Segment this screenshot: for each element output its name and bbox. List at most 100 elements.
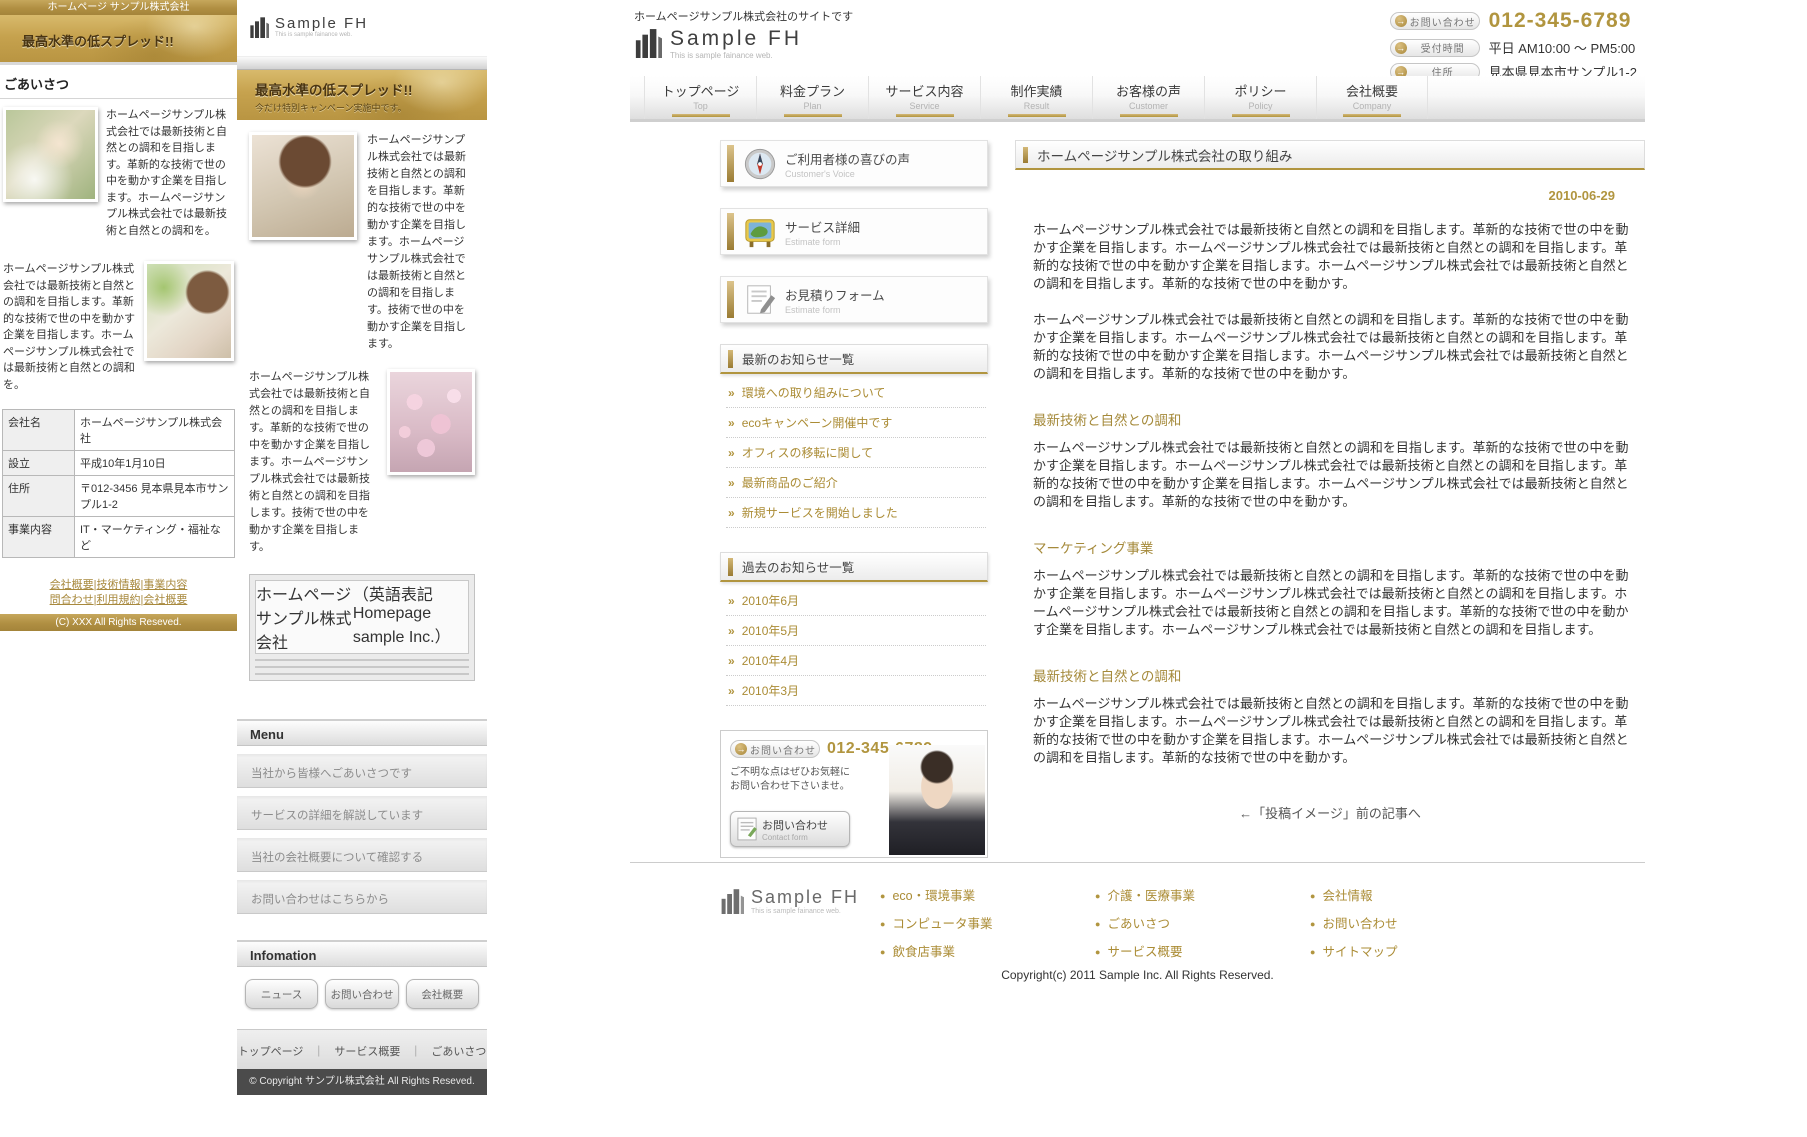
footer-link-item: ●飲食店事業	[880, 941, 1095, 960]
previous-article-link[interactable]: ←「投稿イメージ」前の記事へ	[1239, 806, 1421, 821]
footnav-top[interactable]: トップページ	[238, 1046, 304, 1058]
menu-item-greeting[interactable]: 当社から皆様へごあいさつです	[237, 753, 487, 788]
news-link[interactable]: オフィスの移転に関して	[742, 446, 873, 460]
contact-button[interactable]: お問い合わせ	[325, 979, 398, 1009]
tab-policy[interactable]: ポリシー Policy	[1204, 76, 1316, 119]
tab-sublabel: Company	[1317, 101, 1427, 111]
chevron-icon: »	[728, 506, 735, 520]
mobile-hero-headline: 最高水準の低スプレッド!!	[22, 34, 174, 49]
footer-link-item: ●会社情報	[1310, 885, 1525, 904]
link-contact[interactable]: 問合わせ	[50, 594, 94, 606]
tab-top[interactable]: トップページ Top	[644, 76, 756, 119]
pill-label: 受付時間	[1407, 40, 1479, 55]
receptionist-photo	[889, 745, 985, 855]
desktop-logo[interactable]: Sample FH This is sample fainance web.	[634, 27, 802, 61]
banner-customers-voice[interactable]: ご利用者様の喜びの声 Customer's Voice	[720, 140, 988, 187]
tablet-button-row: ニュース お問い合わせ 会社概要	[237, 967, 487, 1019]
banner-estimate-form[interactable]: お見積りフォーム Estimate form	[720, 276, 988, 323]
article-title: ホームページサンプル株式会社の取り組み	[1037, 145, 1292, 165]
tab-label: 制作実績	[981, 81, 1092, 100]
footnav-greeting[interactable]: ごあいさつ	[431, 1046, 486, 1058]
mobile-intro-paragraph-2: ホームページサンプル株式会社では最新技術と自然との調和を目指します。革新的な技術…	[3, 261, 136, 393]
link-terms[interactable]: 利用規約	[97, 594, 141, 606]
menu-item-service[interactable]: サービスの詳細を解説しています	[237, 795, 487, 830]
news-link[interactable]: 最新商品のご紹介	[742, 476, 838, 490]
main-content: ホームページサンプル株式会社の取り組み 2010-06-29 ホームページサンプ…	[1015, 140, 1645, 822]
footer-link[interactable]: eco・環境事業	[892, 889, 975, 903]
footer-link[interactable]: お問い合わせ	[1322, 917, 1397, 931]
footnav-separator: ｜	[410, 1046, 421, 1058]
company-button[interactable]: 会社概要	[406, 979, 479, 1009]
contact-form-button[interactable]: お問い合わせ Contact form	[730, 811, 850, 847]
footer-link[interactable]: 飲食店事業	[892, 945, 955, 959]
archive-link[interactable]: 2010年4月	[742, 654, 799, 668]
article-title-box: ホームページサンプル株式会社の取り組み	[1015, 140, 1645, 170]
news-link[interactable]: 環境への取り組みについて	[742, 386, 886, 400]
desktop-copyright: Copyright(c) 2011 Sample Inc. All Rights…	[630, 968, 1645, 982]
arrow-circle-icon: →	[1395, 15, 1407, 27]
footer-link[interactable]: 介護・医療事業	[1107, 889, 1195, 903]
tab-customer[interactable]: お客様の声 Customer	[1092, 76, 1204, 119]
tablet-logo[interactable]: Sample FH This is sample fainance web.	[249, 15, 487, 41]
banner-service-detail[interactable]: サービス詳細 Estimate form	[720, 208, 988, 255]
tablet-intro-paragraph-2: ホームページサンプル株式会社では最新技術と自然との調和を目指します。革新的な技術…	[249, 369, 377, 556]
woman-outdoors-photo	[3, 107, 98, 202]
menu-item-company[interactable]: 当社の会社概要について確認する	[237, 837, 487, 872]
banner-text: ご利用者様の喜びの声 Customer's Voice	[785, 149, 910, 179]
news-link[interactable]: 新規サービスを開始しました	[742, 506, 898, 520]
mobile-intro-block-2: ホームページサンプル株式会社では最新技術と自然との調和を目指します。革新的な技術…	[0, 253, 237, 393]
footnav-service[interactable]: サービス概要	[334, 1046, 400, 1058]
tablet-header: Sample FH This is sample fainance web.	[237, 0, 487, 56]
footer-link[interactable]: ごあいさつ	[1107, 917, 1170, 931]
footer-link[interactable]: サービス概要	[1107, 945, 1182, 959]
link-business[interactable]: 事業内容	[143, 579, 187, 591]
menu-item-contact[interactable]: お問い合わせはこちらから	[237, 879, 487, 914]
header-contact-info: →お問い合わせ 012-345-6789 → 受付時間 平日 AM10:00 ～ …	[1390, 9, 1637, 86]
archive-link[interactable]: 2010年3月	[742, 684, 799, 698]
archive-link[interactable]: 2010年6月	[742, 594, 799, 608]
footer-link-item: ●介護・医療事業	[1095, 885, 1310, 904]
news-heading-label: 過去のお知らせ一覧	[742, 557, 854, 576]
business-hours: 平日 AM10:00 ～ PM5:00	[1489, 38, 1636, 57]
article-paragraph: ホームページサンプル株式会社では最新技術と自然との調和を目指します。革新的な技術…	[1033, 311, 1635, 383]
tablet-intro-paragraph-1: ホームページサンプル株式会社では最新技術と自然との調和を目指します。革新的な技術…	[367, 132, 475, 353]
building-logo-icon	[249, 15, 269, 41]
past-news-heading: 過去のお知らせ一覧	[720, 552, 988, 582]
tab-service[interactable]: サービス内容 Service	[868, 76, 980, 119]
archive-link[interactable]: 2010年5月	[742, 624, 799, 638]
tab-label: ポリシー	[1205, 81, 1316, 100]
logo-name: Sample FH	[275, 15, 368, 32]
estimate-form-icon	[743, 283, 777, 317]
information-heading: Infomation	[237, 940, 487, 967]
tab-sublabel: Result	[981, 101, 1092, 111]
mobile-viewport: ホームページ サンプル株式会社 最高水準の低スプレッド!! ごあいさつ ホームペ…	[0, 0, 237, 631]
cherry-blossom-photo	[387, 369, 475, 475]
chevron-icon: »	[728, 476, 735, 490]
address-value: 〒012-3456 見本県見本市サンプル1-2	[75, 476, 235, 517]
contact-pill: →お問い合わせ	[1390, 12, 1480, 30]
tablet-intro-block-1: ホームページサンプル株式会社では最新技術と自然との調和を目指します。革新的な技術…	[249, 132, 475, 353]
footer-link[interactable]: コンピュータ事業	[892, 917, 992, 931]
footer-logo[interactable]: Sample FH This is sample fainance web.	[720, 887, 859, 917]
news-item: »2010年6月	[726, 586, 986, 616]
link-company-overview[interactable]: 会社概要	[50, 579, 94, 591]
tab-result[interactable]: 制作実績 Result	[980, 76, 1092, 119]
footer-link-item: ●お問い合わせ	[1310, 913, 1525, 932]
logo-text: Sample FH This is sample fainance web.	[751, 887, 859, 915]
tab-company[interactable]: 会社概要 Company	[1316, 76, 1428, 119]
link-tech-info[interactable]: 技術情報	[97, 579, 141, 591]
news-button[interactable]: ニュース	[245, 979, 318, 1009]
logo-text: Sample FH This is sample fainance web.	[670, 27, 802, 60]
tab-plan[interactable]: 料金プラン Plan	[756, 76, 868, 119]
news-link[interactable]: ecoキャンペーン開催中です	[742, 416, 893, 430]
footer-link[interactable]: 会社情報	[1322, 889, 1372, 903]
footer-link-item: ●サイトマップ	[1310, 941, 1525, 960]
tablet-viewport: Sample FH This is sample fainance web. 最…	[237, 0, 487, 1095]
footer-link[interactable]: サイトマップ	[1322, 945, 1397, 959]
menu-heading: Menu	[237, 719, 487, 746]
link-company-overview-2[interactable]: 会社概要	[143, 594, 187, 606]
header-phone-number: 012-345-6789	[1489, 9, 1632, 33]
bullet-icon: ●	[880, 919, 885, 929]
gold-accent-bar	[727, 281, 734, 318]
tab-sublabel: Plan	[757, 101, 868, 111]
